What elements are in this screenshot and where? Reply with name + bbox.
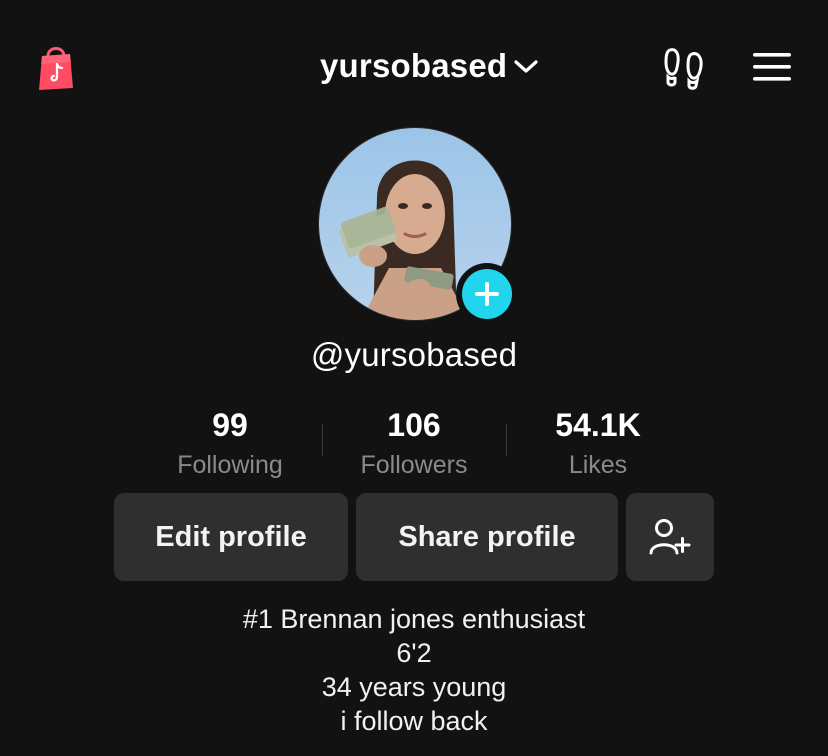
profile-bio: #1 Brennan jones enthusiast 6'2 34 years… (0, 602, 828, 738)
username-title: yursobased (320, 47, 508, 84)
top-bar: yursobased (0, 0, 828, 130)
stat-divider (322, 424, 323, 456)
stat-likes[interactable]: 54.1K Likes (506, 402, 690, 482)
following-label: Following (177, 451, 283, 479)
profile-stats: 99 Following 106 Followers 54.1K Likes (0, 402, 828, 482)
hamburger-menu-icon[interactable] (752, 50, 792, 84)
chevron-down-icon (514, 60, 538, 73)
likes-count: 54.1K (555, 407, 641, 443)
edit-profile-button[interactable]: Edit profile (114, 493, 348, 581)
add-friend-button[interactable] (626, 493, 714, 581)
profile-handle: @yursobased (310, 336, 518, 373)
followers-count: 106 (387, 407, 441, 443)
bio-line: 6'2 (396, 638, 432, 668)
bio-line: #1 Brennan jones enthusiast (242, 604, 586, 634)
stat-following[interactable]: 99 Following (138, 402, 322, 482)
add-photo-button[interactable] (456, 263, 518, 325)
stat-divider (506, 424, 507, 456)
bio-line: 34 years young (321, 672, 507, 702)
followers-label: Followers (360, 451, 468, 479)
shopping-bag-icon[interactable] (36, 40, 76, 92)
bio-line: i follow back (340, 706, 488, 736)
following-count: 99 (212, 407, 248, 443)
add-user-icon (649, 519, 691, 555)
share-profile-button[interactable]: Share profile (356, 493, 618, 581)
likes-label: Likes (568, 451, 628, 479)
plus-icon (462, 269, 512, 319)
avatar-container (318, 127, 518, 325)
account-switcher[interactable]: yursobased (320, 44, 539, 88)
footprints-icon[interactable] (662, 44, 706, 90)
stat-followers[interactable]: 106 Followers (322, 402, 506, 482)
